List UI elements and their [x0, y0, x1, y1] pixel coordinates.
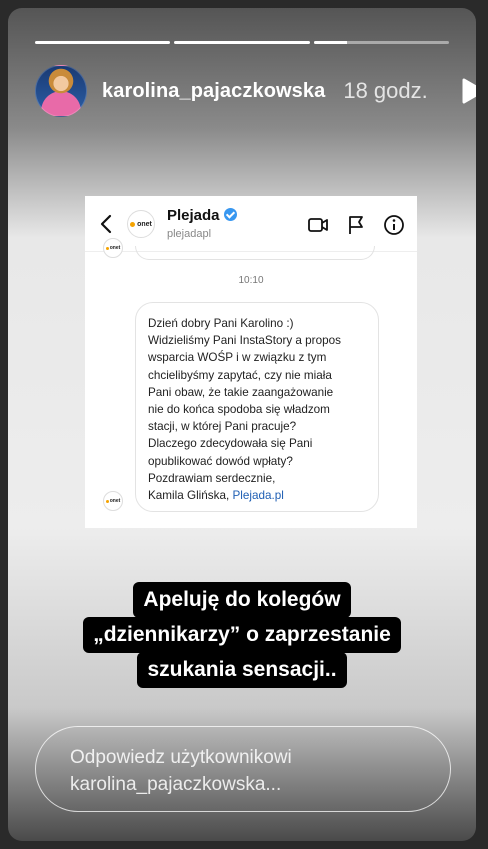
username[interactable]: karolina_pajaczkowska: [102, 80, 325, 103]
back-arrow-icon: [100, 214, 112, 234]
progress-segment: [174, 41, 310, 44]
reply-input[interactable]: Odpowiedz użytkownikowi karolina_pajaczk…: [35, 726, 451, 812]
video-call-icon: [308, 218, 328, 232]
message-timestamp: 10:10: [238, 275, 264, 286]
story-caption: Apeluję do kolegów „dziennikarzy” o zapr…: [8, 582, 476, 688]
message-signature: Kamila Glińska, Plejada.pl: [148, 487, 366, 504]
signature-link: Plejada.pl: [232, 489, 284, 503]
message-line: Dlaczego zdecydowała się Pani: [148, 437, 313, 451]
progress-segment: [35, 41, 171, 44]
progress-fill: [174, 41, 310, 44]
message-line: chcielibyśmy zapytać, czy nie miała: [148, 368, 332, 382]
caption-line: szukania sensacji..: [137, 652, 347, 688]
dm-account-name: Plejada: [167, 207, 237, 224]
onet-logo-icon: onet: [127, 210, 155, 238]
message-bubble: Dzień dobry Pani Karolino :) Widzieliśmy…: [135, 302, 379, 512]
story-header: karolina_pajaczkowska 18 godz.: [35, 65, 476, 117]
caption-line: Apeluję do kolegów: [133, 582, 351, 618]
progress-segment: [313, 41, 449, 44]
progress-fill: [313, 41, 348, 44]
dm-header: onet Plejada plejadapl: [85, 196, 417, 252]
dm-account-handle: plejadapl: [167, 228, 212, 240]
message-line: Pani obaw, że takie zaangażowanie: [148, 385, 334, 399]
message-line: Dzień dobry Pani Karolino :): [148, 317, 294, 330]
info-icon: [384, 215, 404, 235]
play-icon[interactable]: [460, 77, 476, 105]
signature-name: Kamila Glińska,: [148, 489, 230, 503]
message-line: Widzieliśmy Pani InstaStory a propos: [148, 334, 341, 348]
message-line: stacji, w której Pani pracuje?: [148, 420, 297, 434]
onet-small-logo-icon: onet: [103, 491, 123, 511]
avatar[interactable]: [35, 65, 87, 117]
message-line: opublikować dowód wpłaty?: [148, 454, 293, 468]
message-line: wsparcia WOŚP i w związku z tym: [148, 351, 327, 365]
message-line: Pozdrawiam serdecznie,: [148, 471, 276, 485]
onet-small-logo-icon: onet: [103, 238, 123, 258]
dm-screenshot-image: onet Plejada plejadapl onet 10:10 onet D…: [85, 196, 417, 528]
reply-placeholder-line2: karolina_pajaczkowska...: [70, 774, 282, 795]
post-time: 18 godz.: [343, 78, 428, 103]
story-progress-bar: [35, 41, 449, 45]
dm-header-icons: [307, 214, 405, 236]
progress-fill: [35, 41, 171, 44]
message-line: nie do końca spodoba się władzom: [148, 403, 330, 417]
verified-badge-icon: [223, 208, 237, 221]
caption-line: „dziennikarzy” o zaprzestanie: [83, 617, 401, 653]
story-viewer[interactable]: karolina_pajaczkowska 18 godz. onet Plej…: [8, 8, 476, 841]
dm-account-name-text: Plejada: [167, 207, 220, 224]
previous-message-bubble: [135, 246, 375, 260]
flag-icon: [349, 216, 363, 234]
reply-placeholder-line1: Odpowiedz użytkownikowi: [70, 747, 292, 768]
